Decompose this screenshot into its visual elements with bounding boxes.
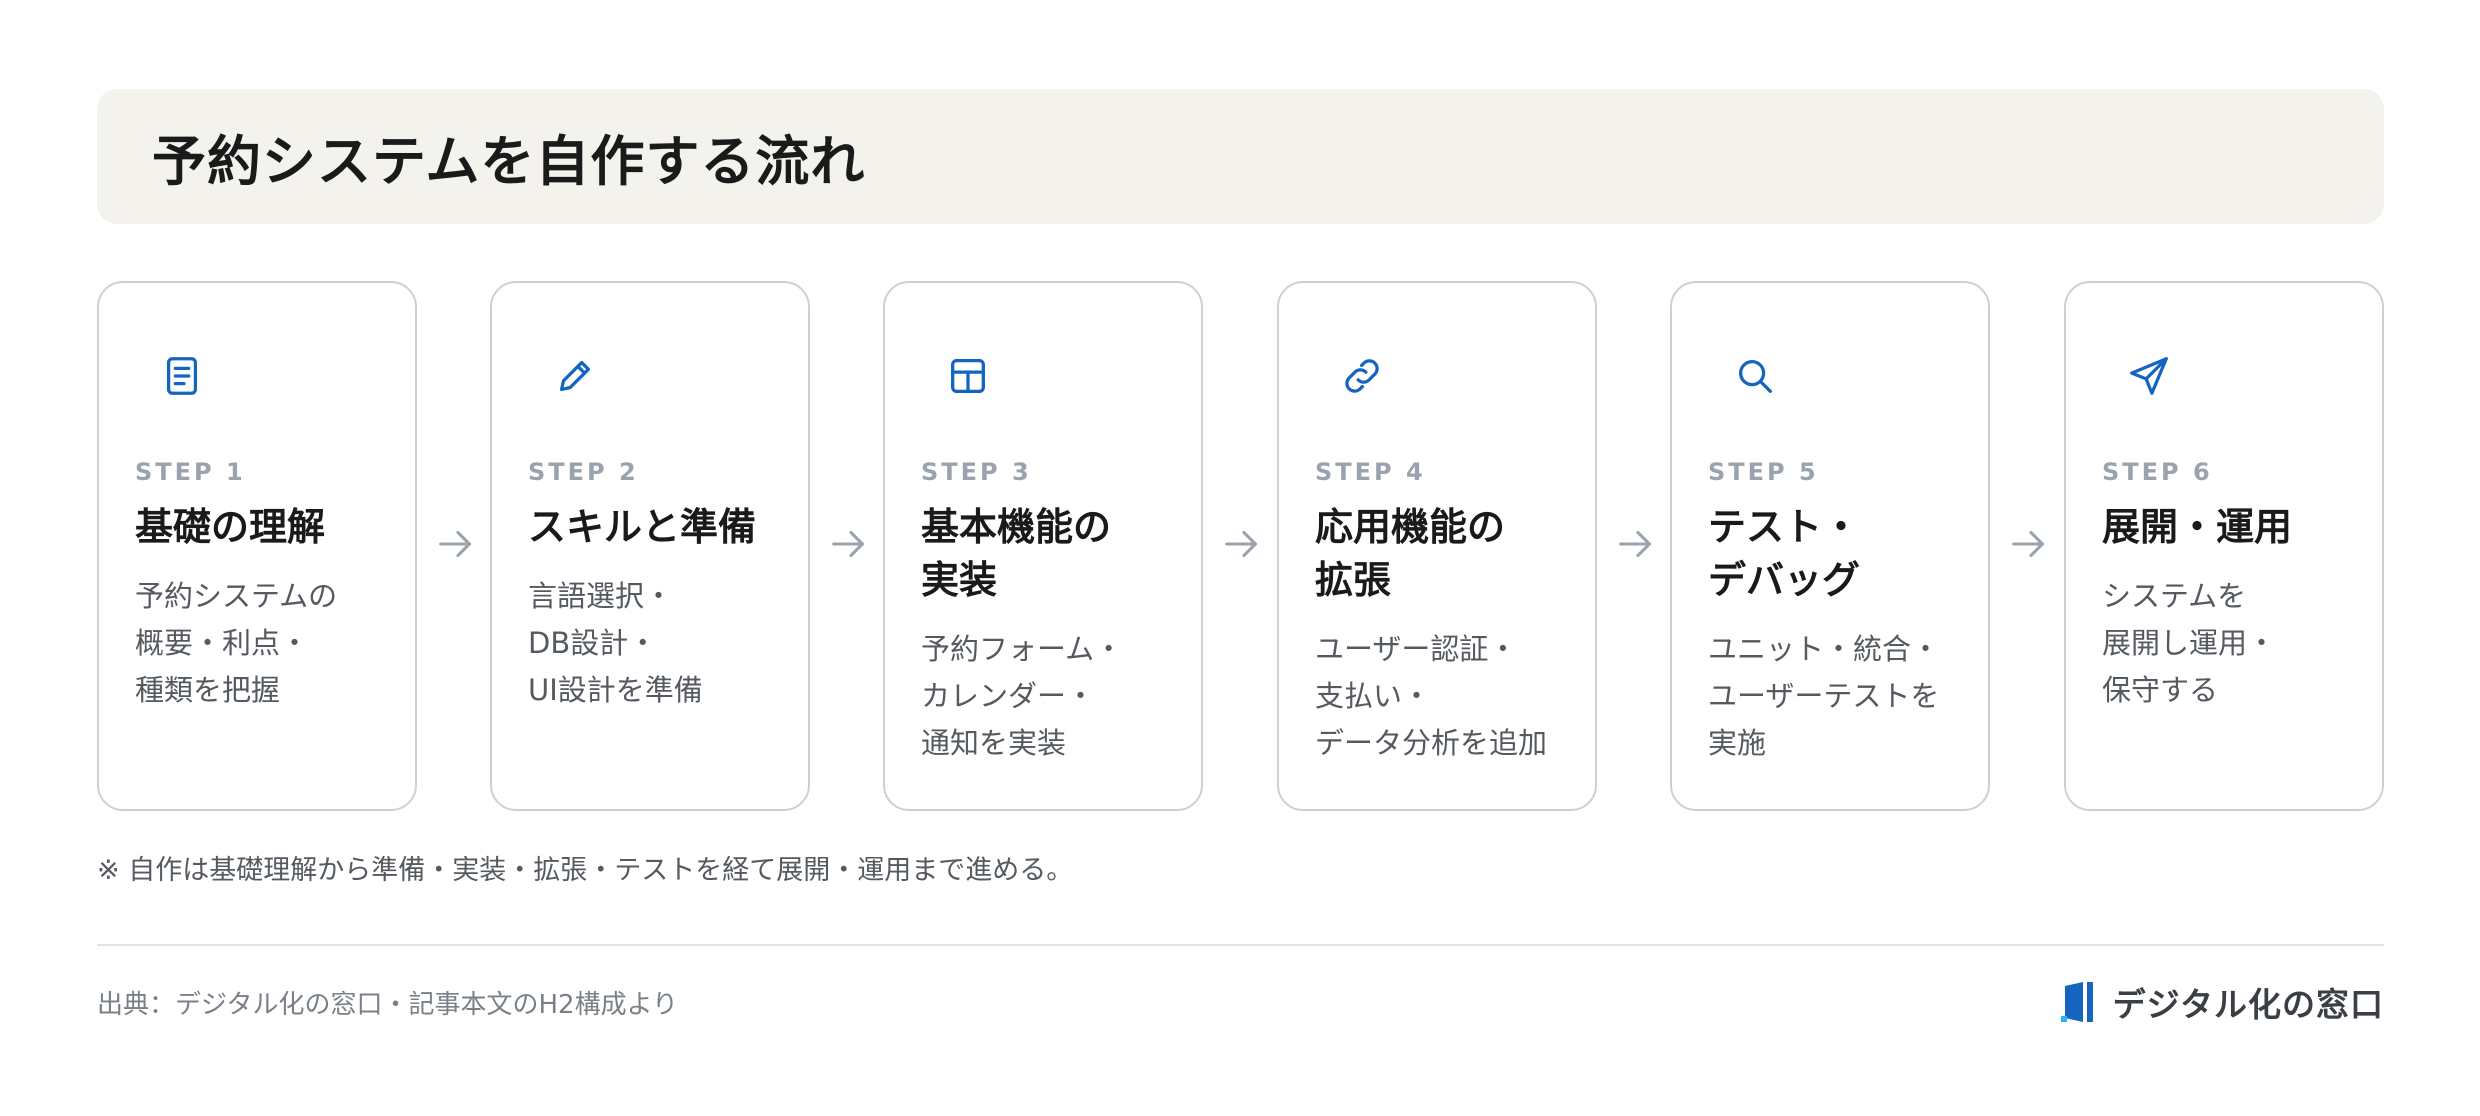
step-label: STEP 1 — [135, 458, 246, 486]
step-label: STEP 3 — [921, 458, 1032, 486]
step-description: ユニット・統合・ ユーザーテストを 実施 — [1708, 632, 1941, 760]
step-description: 言語選択・ DB設計・ UI設計を準備 — [528, 579, 703, 707]
logo-mark-icon — [2059, 978, 2099, 1026]
step-card-3: STEP 3 基本機能の 実装 予約フォーム・ カレンダー・ 通知を実装 — [883, 281, 1203, 811]
step-card-5: STEP 5 テスト・ デバッグ ユニット・統合・ ユーザーテストを 実施 — [1670, 281, 1990, 811]
arrow-right-icon — [1219, 521, 1265, 567]
footnote: ※ 自作は基礎理解から準備・実装・拡張・テストを経て展開・運用まで進める。 — [97, 855, 1074, 886]
step-card-2: STEP 2 スキルと準備 言語選択・ DB設計・ UI設計を準備 — [490, 281, 810, 811]
source-credit: 出典：デジタル化の窓口・記事本文のH2構成より — [97, 990, 679, 1020]
table-icon — [945, 353, 991, 399]
step-title: 基本機能の 実装 — [921, 505, 1112, 602]
document-icon — [159, 353, 205, 399]
step-label: STEP 5 — [1708, 458, 1819, 486]
pencil-icon — [552, 353, 598, 399]
send-icon — [2126, 353, 2172, 399]
title-banner: 予約システムを自作する流れ — [97, 89, 2384, 224]
logo-text: デジタル化の窓口 — [2112, 985, 2384, 1024]
step-label: STEP 6 — [2102, 458, 2213, 486]
page-title: 予約システムを自作する流れ — [152, 130, 866, 193]
step-description: ユーザー認証・ 支払い・ データ分析を追加 — [1315, 632, 1548, 760]
step-description: 予約フォーム・ カレンダー・ 通知を実装 — [921, 632, 1124, 760]
arrow-right-icon — [2006, 521, 2052, 567]
arrow-right-icon — [433, 521, 479, 567]
step-card-1: STEP 1 基礎の理解 予約システムの 概要・利点・ 種類を把握 — [97, 281, 417, 811]
step-card-6: STEP 6 展開・運用 システムを 展開し運用・ 保守する — [2064, 281, 2384, 811]
step-description: 予約システムの 概要・利点・ 種類を把握 — [135, 579, 338, 707]
step-title: スキルと準備 — [528, 505, 757, 549]
divider — [97, 944, 2384, 946]
arrow-right-icon — [826, 521, 872, 567]
step-label: STEP 2 — [528, 458, 639, 486]
steps-flow: STEP 1 基礎の理解 予約システムの 概要・利点・ 種類を把握 STEP 2… — [97, 281, 2384, 811]
arrow-right-icon — [1613, 521, 1659, 567]
brand-logo: デジタル化の窓口 — [2059, 978, 2384, 1026]
step-title: 基礎の理解 — [135, 505, 326, 549]
step-title: 応用機能の 拡張 — [1315, 505, 1506, 602]
link-icon — [1339, 353, 1385, 399]
step-label: STEP 4 — [1315, 458, 1426, 486]
step-card-4: STEP 4 応用機能の 拡張 ユーザー認証・ 支払い・ データ分析を追加 — [1277, 281, 1597, 811]
search-icon — [1732, 353, 1778, 399]
step-title: テスト・ デバッグ — [1708, 505, 1861, 602]
step-description: システムを 展開し運用・ 保守する — [2102, 579, 2277, 707]
step-title: 展開・運用 — [2102, 505, 2293, 549]
